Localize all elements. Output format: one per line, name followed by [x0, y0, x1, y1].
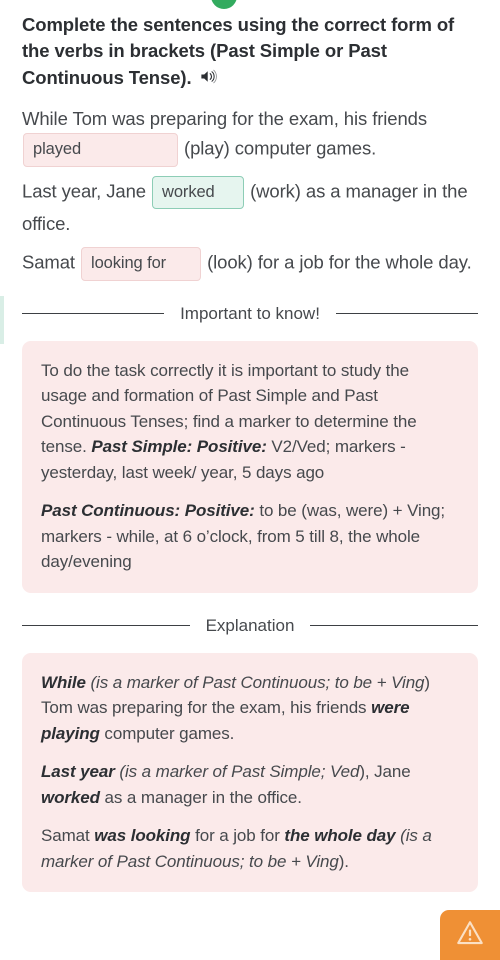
exp-p2-italic-1: (is a marker of Past Simple; Ved	[114, 762, 360, 782]
exp-p3-plain-1: for a job for	[190, 826, 285, 846]
explanation-rule-left	[22, 625, 190, 627]
exp-p3-bold-2: the whole day	[284, 826, 396, 846]
important-p1-strong: Past Simple: Positive:	[91, 437, 267, 457]
sentence-row-3: Samat looking for (look) for a job for t…	[22, 247, 478, 281]
speaker-icon[interactable]	[199, 67, 218, 86]
explanation-paragraph-1: While (is a marker of Past Continuous; t…	[41, 670, 459, 747]
exp-p3-plain-2: ).	[338, 851, 349, 871]
important-paragraph-2: Past Continuous: Positive: to be (was, w…	[41, 498, 459, 575]
important-panel: To do the task correctly it is important…	[22, 340, 478, 593]
divider-rule-right	[335, 313, 478, 315]
important-paragraph-1: To do the task correctly it is important…	[41, 358, 459, 486]
sentence-1-before: While Tom was preparing for the exam, hi…	[22, 107, 428, 129]
explanation-rule-right	[310, 625, 478, 627]
sentence-list: While Tom was preparing for the exam, hi…	[22, 104, 478, 281]
explanation-paragraph-3: Samat was looking for a job for the whol…	[41, 823, 459, 874]
exp-p2-bold-1: Last year	[41, 762, 115, 782]
exp-p1-italic-1: (is a marker of Past Continuous; to be +…	[85, 672, 425, 692]
exp-p2-plain-1: ), Jane	[359, 762, 411, 782]
answer-blank-3[interactable]: looking for	[81, 247, 202, 281]
exp-p2-plain-2: as a manager in the office.	[99, 787, 302, 807]
sentence-2-before: Last year, Jane	[22, 180, 146, 202]
important-p2-strong: Past Continuous: Positive:	[41, 501, 255, 521]
divider-rule-left	[22, 313, 165, 315]
answer-blank-2[interactable]: worked	[152, 175, 245, 210]
explanation-divider-label: Explanation	[205, 615, 295, 635]
exp-p3-bold-1: was looking	[94, 826, 191, 846]
sentence-row-1: While Tom was preparing for the exam, hi…	[22, 104, 478, 167]
important-divider: Important to know!	[22, 303, 478, 325]
sentence-1-after: (play) computer games.	[184, 137, 377, 159]
exp-p1-plain-2: computer games.	[99, 723, 235, 743]
explanation-panel: While (is a marker of Past Continuous; t…	[22, 652, 478, 893]
exercise-page: Learning Complete the sentences using th…	[0, 0, 500, 960]
exp-p1-bold-1: While	[41, 672, 86, 692]
explanation-divider: Explanation	[22, 615, 478, 637]
sentence-row-2: Last year, Jane worked (work) as a manag…	[22, 175, 478, 239]
task-prompt-text: Complete the sentences using the correct…	[22, 14, 455, 88]
task-prompt: Complete the sentences using the correct…	[22, 12, 478, 91]
explanation-paragraph-2: Last year (is a marker of Past Simple; V…	[41, 759, 459, 810]
content-area: Complete the sentences using the correct…	[0, 0, 500, 893]
exp-p3-plain-0: Samat	[41, 826, 95, 846]
sentence-3-after: (look) for a job for the whole day.	[207, 251, 472, 273]
warning-triangle-icon	[455, 918, 485, 953]
sentence-3-before: Samat	[22, 251, 75, 273]
exp-p2-bold-2: worked	[41, 787, 100, 807]
answer-blank-1[interactable]: played	[23, 133, 178, 167]
report-problem-button[interactable]	[440, 910, 500, 960]
important-divider-label: Important to know!	[180, 303, 320, 323]
